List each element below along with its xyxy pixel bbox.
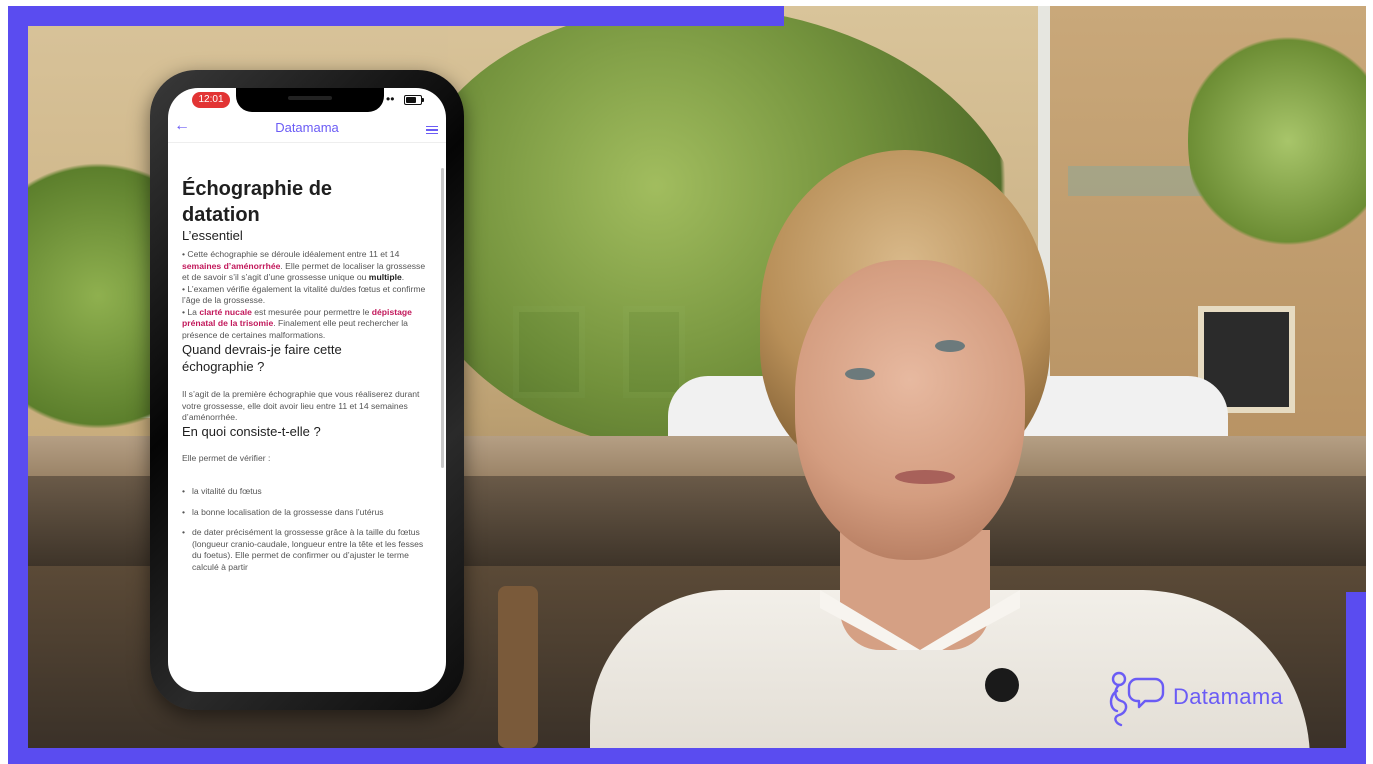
status-time: 12:01: [192, 92, 230, 108]
page-title-line2: datation: [182, 204, 260, 226]
face: [795, 260, 1025, 560]
section-title-essentiel: L’essentiel: [182, 228, 243, 243]
scrollbar[interactable]: [441, 168, 444, 468]
article-content: Échographie de datation L’essentiel • Ce…: [182, 148, 430, 688]
highlight-link[interactable]: multiple: [369, 272, 402, 282]
frame-accent-top: [8, 6, 784, 26]
chair: [498, 586, 538, 748]
essentiel-text: • Cette échographie se déroule idéalemen…: [182, 249, 426, 340]
brand-watermark: Datamama: [1103, 662, 1323, 732]
battery-icon: [404, 95, 424, 105]
list-item: la vitalité du fœtus: [182, 486, 430, 498]
en-quoi-intro: Elle permet de vérifier :: [182, 452, 271, 463]
app-nav-bar: ← Datamama: [168, 116, 446, 143]
phone-screen: 12:01 •• ← Datamama Échographie de datat…: [168, 88, 446, 692]
pregnant-speech-bubble-logo-icon: [1109, 671, 1165, 727]
highlight-link[interactable]: semaines d’aménorrhée: [182, 261, 280, 271]
frame-accent-bottom: [8, 748, 1366, 764]
phone-mockup: 12:01 •• ← Datamama Échographie de datat…: [150, 70, 464, 710]
mouth: [895, 470, 955, 484]
status-bar: 12:01 ••: [168, 88, 446, 118]
eye: [935, 340, 965, 352]
list-item: de dater précisément la grossesse grâce …: [182, 527, 430, 573]
nav-title: Datamama: [275, 120, 339, 135]
speaker-woman: [590, 150, 1310, 760]
list-item: la bonne localisation de la grossesse da…: [182, 507, 430, 519]
wifi-icon: ••: [386, 92, 395, 106]
frame-accent-left: [8, 6, 28, 752]
lapel-microphone: [985, 668, 1019, 702]
verification-list: la vitalité du fœtus la bonne localisati…: [182, 486, 430, 573]
frame-accent-right: [1346, 592, 1366, 764]
hamburger-menu-icon[interactable]: [426, 126, 438, 134]
page-title-line1: Échographie de: [182, 178, 333, 200]
quand-text: Il s’agit de la première échographie que…: [182, 389, 420, 422]
page-title: Échographie de datation: [182, 176, 430, 228]
phone-notch: [236, 88, 384, 112]
eye: [845, 368, 875, 380]
section-title-quand: Quand devrais-je faire cette échographie…: [182, 342, 342, 374]
brand-name: Datamama: [1173, 684, 1283, 709]
highlight-link[interactable]: clarté nucale: [199, 307, 252, 317]
section-title-en-quoi: En quoi consiste-t-elle ?: [182, 423, 321, 439]
